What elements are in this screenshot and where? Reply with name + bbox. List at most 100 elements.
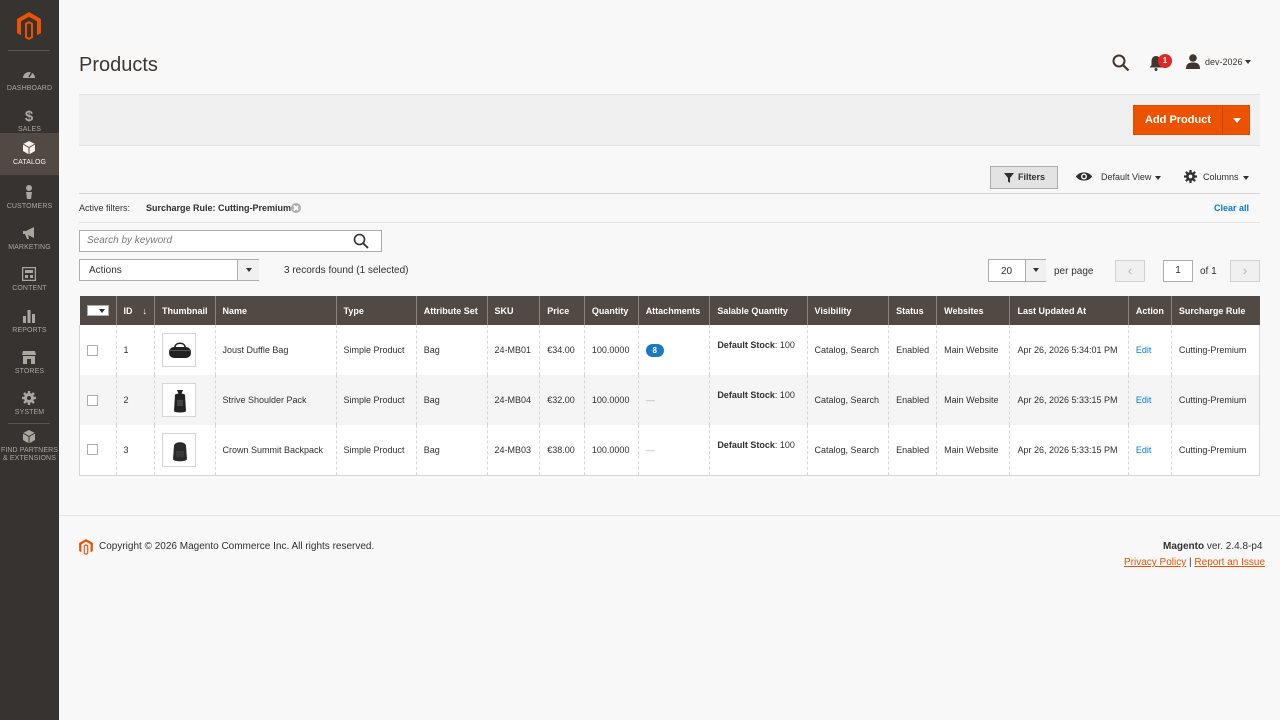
magento-logo-icon	[79, 539, 93, 555]
table-row[interactable]: 3 Crown Summit Backpack Simple Product B…	[79, 425, 1261, 476]
column-header-attribute-set[interactable]: Attribute Set	[415, 296, 487, 325]
column-header-id[interactable]: ID ↓	[115, 296, 155, 325]
edit-link[interactable]: Edit	[1136, 445, 1152, 455]
previous-page-button[interactable]: ‹	[1115, 260, 1145, 282]
sidebar-item-system[interactable]: SYSTEM	[0, 382, 59, 423]
grid-header-row: ID ↓ Thumbnail Name Type Attribute Set SK…	[79, 296, 1260, 325]
column-header-websites[interactable]: Websites	[936, 296, 1010, 325]
edit-link[interactable]: Edit	[1136, 395, 1152, 405]
column-header-status[interactable]: Status	[888, 296, 937, 325]
sidebar-item-partners[interactable]: FIND PARTNERS & EXTENSIONS	[0, 424, 59, 468]
search-input[interactable]	[87, 235, 347, 246]
column-header-quantity[interactable]: Quantity	[583, 296, 639, 325]
cell-type: Simple Product	[335, 325, 417, 375]
column-header-price[interactable]: Price	[539, 296, 585, 325]
cell-sku: 24-MB03	[486, 425, 540, 476]
svg-text:$: $	[25, 108, 34, 122]
column-header-name[interactable]: Name	[214, 296, 337, 325]
mass-actions-label: Actions	[89, 265, 122, 276]
gear-icon[interactable]	[1184, 170, 1197, 183]
chevron-down-icon[interactable]	[1155, 176, 1161, 180]
sidebar-item-dashboard[interactable]: DASHBOARD	[0, 58, 59, 99]
cell-visibility: Catalog, Search	[806, 325, 889, 375]
sidebar-item-customers[interactable]: CUSTOMERS	[0, 176, 59, 217]
chevron-down-icon[interactable]	[1245, 60, 1251, 64]
chevron-down-icon[interactable]	[237, 260, 259, 280]
cell-thumbnail	[154, 375, 215, 425]
person-icon	[26, 185, 32, 199]
user-icon[interactable]	[1186, 54, 1200, 69]
dollar-icon: $	[25, 108, 34, 122]
column-header-attachments[interactable]: Attachments	[637, 296, 710, 325]
column-header-surcharge-rule[interactable]: Surcharge Rule	[1170, 296, 1260, 325]
table-row[interactable]: 2 Strive Shoulder Pack Simple Product Ba…	[79, 375, 1261, 425]
columns-dropdown[interactable]: Columns	[1203, 172, 1239, 182]
remove-filter-icon[interactable]	[291, 203, 301, 213]
chevron-down-icon[interactable]	[1243, 176, 1249, 180]
cell-attachments: —	[637, 375, 710, 425]
column-header-label: ID	[123, 305, 133, 316]
chevron-down-icon[interactable]	[1025, 260, 1046, 281]
cell-attribute-set: Bag	[415, 425, 487, 476]
cell-websites: Main Website	[936, 375, 1010, 425]
sidebar-item-stores[interactable]: STORES	[0, 341, 59, 382]
cell-sku: 24-MB01	[486, 325, 540, 375]
divider	[79, 193, 1260, 194]
notification-count-badge[interactable]: 1	[1158, 54, 1172, 68]
sidebar-item-label: REPORTS	[12, 327, 47, 334]
column-header-type[interactable]: Type	[335, 296, 417, 325]
product-thumbnail[interactable]	[162, 432, 196, 467]
row-checkbox[interactable]	[87, 444, 98, 456]
cell-surcharge-rule: Cutting-Premium	[1170, 375, 1261, 425]
cell-salable-quantity: Default Stock: 100	[709, 425, 807, 476]
filters-label: Filters	[1018, 172, 1046, 182]
cell-websites: Main Website	[936, 325, 1010, 375]
row-checkbox[interactable]	[87, 394, 98, 406]
select-all-header[interactable]	[79, 296, 116, 325]
search-icon[interactable]	[353, 233, 369, 249]
default-view-switcher[interactable]: Default View	[1101, 172, 1151, 182]
cell-name: Joust Duffle Bag	[214, 325, 337, 375]
product-thumbnail[interactable]	[162, 333, 196, 367]
mass-select-checkbox[interactable]	[86, 305, 109, 317]
privacy-policy-link[interactable]: Privacy Policy	[1124, 557, 1186, 568]
sidebar-item-label: SYSTEM	[14, 409, 45, 416]
page-number-input[interactable]: 1	[1163, 260, 1193, 282]
magento-logo-icon[interactable]	[17, 12, 41, 40]
search-icon[interactable]	[1112, 54, 1130, 72]
brand-name: Magento	[1163, 541, 1205, 552]
admin-username[interactable]: dev-2026	[1205, 57, 1243, 67]
row-checkbox[interactable]	[87, 344, 98, 356]
cell-action: Edit	[1127, 325, 1172, 375]
mass-actions-select[interactable]: Actions	[79, 259, 259, 281]
filters-button[interactable]: Filters	[990, 166, 1058, 189]
cell-status: Enabled	[888, 325, 937, 375]
cell-visibility: Catalog, Search	[806, 425, 889, 476]
clear-all-filters-link[interactable]: Clear all	[1214, 203, 1249, 213]
report-issue-link[interactable]: Report an Issue	[1194, 557, 1265, 568]
table-row[interactable]: 1 Joust Duffle Bag Simple Product Bag 24…	[79, 325, 1261, 375]
cell-last-updated: Apr 26, 2026 5:34:01 PM	[1009, 325, 1129, 375]
sidebar-item-catalog[interactable]: CATALOG	[0, 133, 59, 175]
edit-link[interactable]: Edit	[1136, 345, 1152, 355]
column-header-visibility[interactable]: Visibility	[806, 296, 889, 325]
per-page-select[interactable]: 20	[988, 259, 1046, 282]
eye-icon[interactable]	[1076, 171, 1092, 182]
cell-last-updated: Apr 26, 2026 5:33:15 PM	[1009, 375, 1129, 425]
sidebar-item-label: STORES	[14, 368, 45, 375]
sidebar-item-reports[interactable]: REPORTS	[0, 300, 59, 341]
attachments-count-badge[interactable]: 8	[645, 343, 664, 357]
column-header-last-updated[interactable]: Last Updated At	[1009, 296, 1129, 325]
column-header-sku[interactable]: SKU	[486, 296, 540, 325]
sidebar-item-marketing[interactable]: MARKETING	[0, 217, 59, 258]
link-separator: |	[1189, 557, 1192, 568]
add-product-type-toggle[interactable]	[1222, 105, 1250, 135]
stock-qty: : 100	[774, 390, 795, 400]
sidebar-item-content[interactable]: CONTENT	[0, 258, 59, 299]
dashboard-icon	[23, 71, 35, 78]
product-thumbnail[interactable]	[162, 383, 196, 417]
add-product-button[interactable]: Add Product	[1133, 105, 1223, 135]
row-select-cell	[79, 425, 116, 476]
version-number: ver. 2.4.8-p4	[1204, 541, 1263, 552]
next-page-button[interactable]: ›	[1230, 260, 1260, 282]
